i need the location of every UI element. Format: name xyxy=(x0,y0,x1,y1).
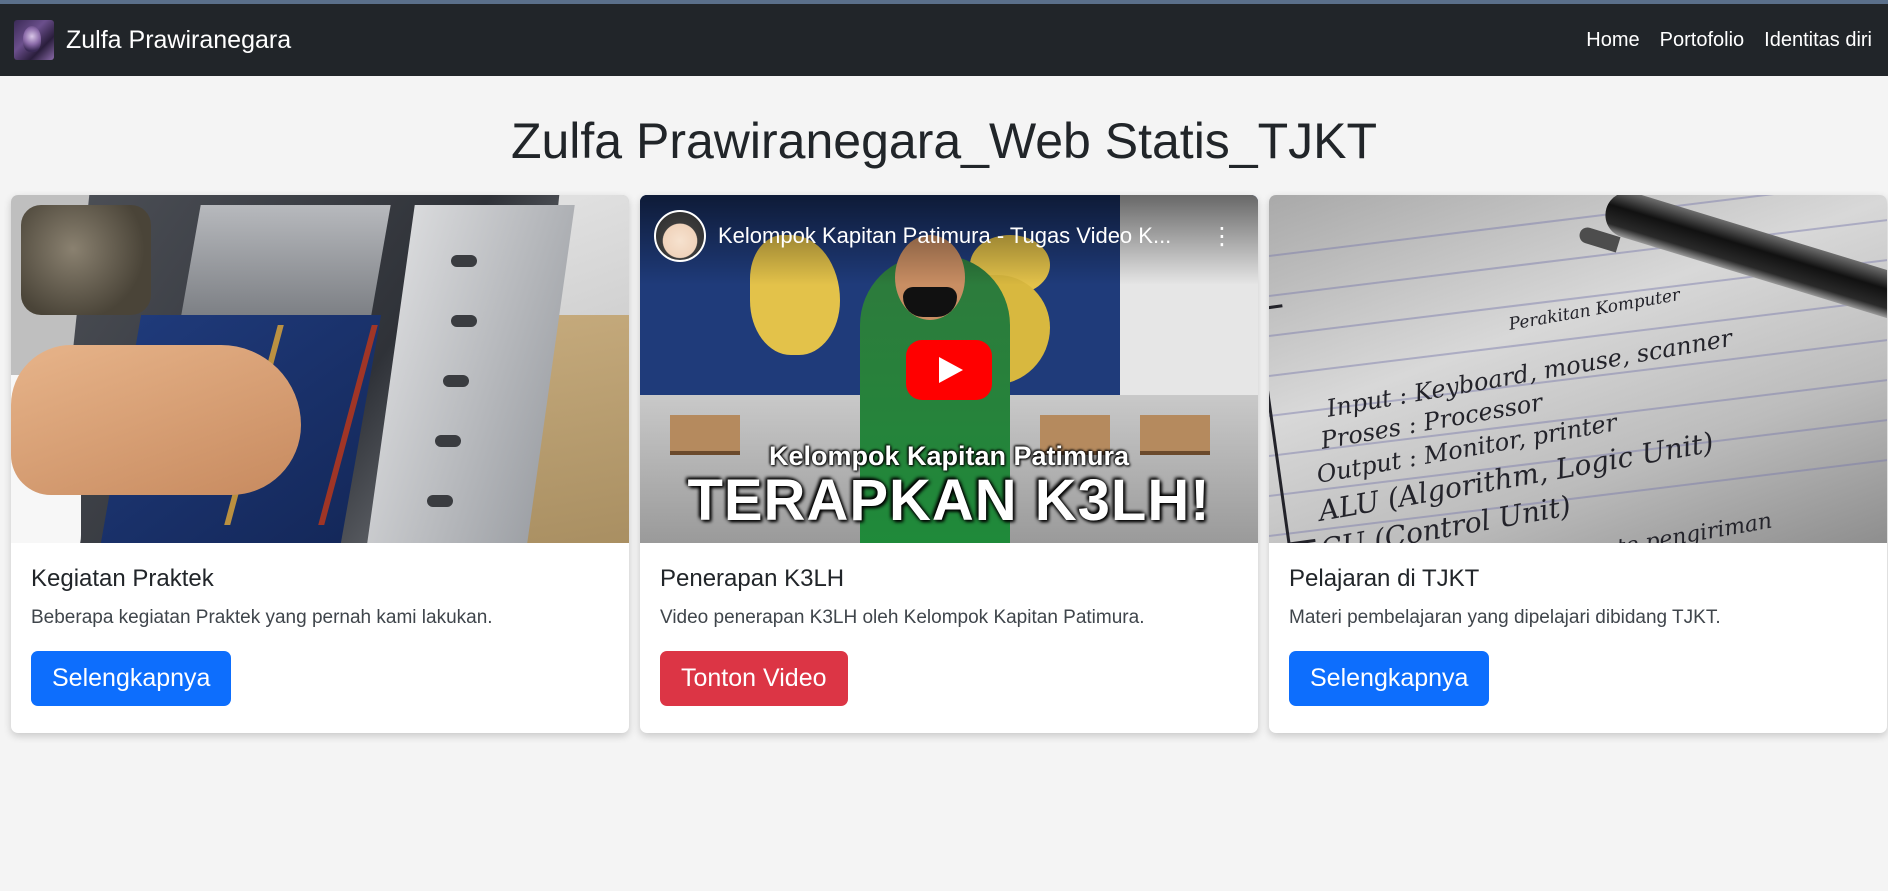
photo-panel-slot xyxy=(427,495,453,507)
photo-hand xyxy=(11,345,301,495)
photo-panel-slot xyxy=(451,255,477,267)
card-image-notebook: Perakitan Komputer Input : Keyboard, mou… xyxy=(1269,195,1887,543)
brand-name: Zulfa Prawiranegara xyxy=(66,25,292,54)
card-penerapan-k3lh: Kelompok Kapitan Patimura - Tugas Video … xyxy=(640,195,1258,733)
card-row: Kegiatan Praktek Beberapa kegiatan Prakt… xyxy=(11,195,1887,733)
tonton-video-button[interactable]: Tonton Video xyxy=(660,651,848,706)
selengkapnya-button[interactable]: Selengkapnya xyxy=(31,651,232,706)
card-body: Penerapan K3LH Video penerapan K3LH oleh… xyxy=(640,543,1258,726)
photo-panel-slot xyxy=(435,435,461,447)
video-person-mask xyxy=(903,287,957,317)
photo-tools xyxy=(21,205,151,315)
more-options-icon[interactable]: ⋮ xyxy=(1210,217,1234,257)
card-text: Video penerapan K3LH oleh Kelompok Kapit… xyxy=(660,607,1145,628)
youtube-play-button[interactable] xyxy=(906,340,992,400)
nav-links: Home Portofolio Identitas diri xyxy=(1576,29,1882,52)
navbar-brand[interactable]: Zulfa Prawiranegara xyxy=(14,20,291,60)
photo-power-supply xyxy=(181,205,391,315)
channel-avatar[interactable] xyxy=(654,210,706,262)
notebook-bracket xyxy=(1269,304,1316,543)
photo-panel-slot xyxy=(451,315,477,327)
nav-link-home[interactable]: Home xyxy=(1576,29,1649,52)
selengkapnya-button[interactable]: Selengkapnya xyxy=(1289,651,1490,706)
card-title: Kegiatan Praktek xyxy=(31,565,214,592)
card-kegiatan-praktek: Kegiatan Praktek Beberapa kegiatan Prakt… xyxy=(11,195,629,733)
card-image-computer-assembly xyxy=(11,195,629,543)
card-pelajaran-tjkt: Perakitan Komputer Input : Keyboard, mou… xyxy=(1269,195,1887,733)
brand-logo-image xyxy=(14,20,54,60)
nav-link-portofolio[interactable]: Portofolio xyxy=(1650,29,1755,52)
navbar: Zulfa Prawiranegara Home Portofolio Iden… xyxy=(0,4,1888,76)
video-caption-big: TERAPKAN K3LH! xyxy=(687,468,1211,533)
card-body: Pelajaran di TJKT Materi pembelajaran ya… xyxy=(1269,543,1887,726)
page-title: Zulfa Prawiranegara_Web Statis_TJKT xyxy=(510,113,1378,169)
card-title: Pelajaran di TJKT xyxy=(1289,565,1480,592)
youtube-video-embed[interactable]: Kelompok Kapitan Patimura - Tugas Video … xyxy=(640,195,1258,543)
card-text: Beberapa kegiatan Praktek yang pernah ka… xyxy=(31,607,493,628)
video-title[interactable]: Kelompok Kapitan Patimura - Tugas Video … xyxy=(718,223,1188,249)
nav-link-identitas-diri[interactable]: Identitas diri xyxy=(1754,29,1882,52)
card-text: Materi pembelajaran yang dipelajari dibi… xyxy=(1289,607,1721,628)
card-title: Penerapan K3LH xyxy=(660,565,845,592)
card-body: Kegiatan Praktek Beberapa kegiatan Prakt… xyxy=(11,543,629,726)
photo-panel-slot xyxy=(443,375,469,387)
